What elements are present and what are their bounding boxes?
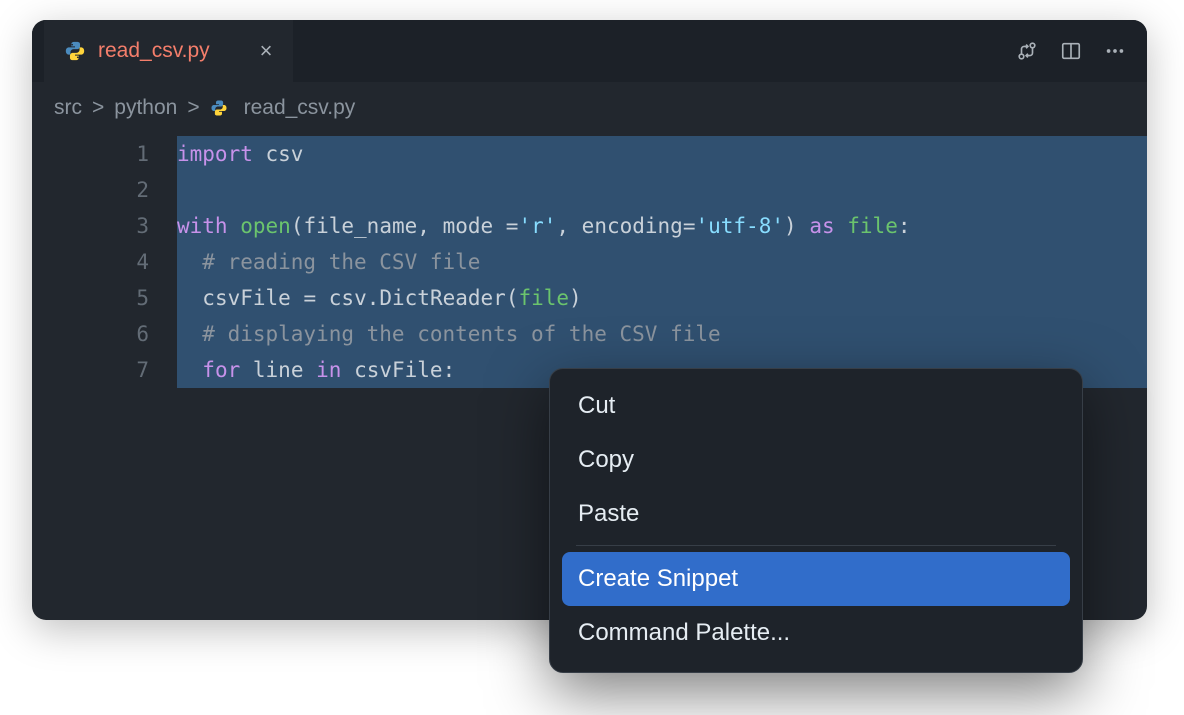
tab-filename: read_csv.py xyxy=(98,39,210,63)
split-editor-icon[interactable] xyxy=(1057,37,1085,65)
file-tab[interactable]: read_csv.py × xyxy=(44,20,293,82)
code-area[interactable]: 1 2 3 4 5 6 7 import csv with open(file_… xyxy=(32,130,1147,388)
code-line[interactable] xyxy=(177,172,1147,208)
code-line[interactable]: with open(file_name, mode ='r', encoding… xyxy=(177,208,1147,244)
breadcrumb-seg-src[interactable]: src xyxy=(54,96,82,120)
breadcrumb-seg-python[interactable]: python xyxy=(114,96,177,120)
line-number: 1 xyxy=(136,136,149,172)
python-icon xyxy=(210,98,230,118)
line-number: 7 xyxy=(136,352,149,388)
python-icon xyxy=(64,40,86,62)
breadcrumb-seg-file[interactable]: read_csv.py xyxy=(244,96,356,120)
line-number: 4 xyxy=(136,244,149,280)
menu-item-paste[interactable]: Paste xyxy=(562,487,1070,541)
line-number: 3 xyxy=(136,208,149,244)
code-content[interactable]: import csv with open(file_name, mode ='r… xyxy=(177,136,1147,388)
menu-item-command-palette[interactable]: Command Palette... xyxy=(562,606,1070,660)
menu-separator xyxy=(576,545,1056,546)
code-line[interactable]: # reading the CSV file xyxy=(177,244,1147,280)
breadcrumb-sep: > xyxy=(187,96,199,120)
code-line[interactable]: import csv xyxy=(177,136,1147,172)
compare-changes-icon[interactable] xyxy=(1013,37,1041,65)
menu-item-create-snippet[interactable]: Create Snippet xyxy=(562,552,1070,606)
code-line[interactable]: # displaying the contents of the CSV fil… xyxy=(177,316,1147,352)
menu-item-copy[interactable]: Copy xyxy=(562,433,1070,487)
menu-item-cut[interactable]: Cut xyxy=(562,379,1070,433)
line-gutter: 1 2 3 4 5 6 7 xyxy=(32,136,177,388)
line-number: 5 xyxy=(136,280,149,316)
context-menu: Cut Copy Paste Create Snippet Command Pa… xyxy=(549,368,1083,673)
breadcrumb-sep: > xyxy=(92,96,104,120)
line-number: 6 xyxy=(136,316,149,352)
close-icon[interactable]: × xyxy=(260,40,273,62)
more-actions-icon[interactable] xyxy=(1101,37,1129,65)
breadcrumbs: src > python > read_csv.py xyxy=(32,82,1147,130)
tab-bar: read_csv.py × xyxy=(32,20,1147,82)
code-line[interactable]: csvFile = csv.DictReader(file) xyxy=(177,280,1147,316)
line-number: 2 xyxy=(136,172,149,208)
